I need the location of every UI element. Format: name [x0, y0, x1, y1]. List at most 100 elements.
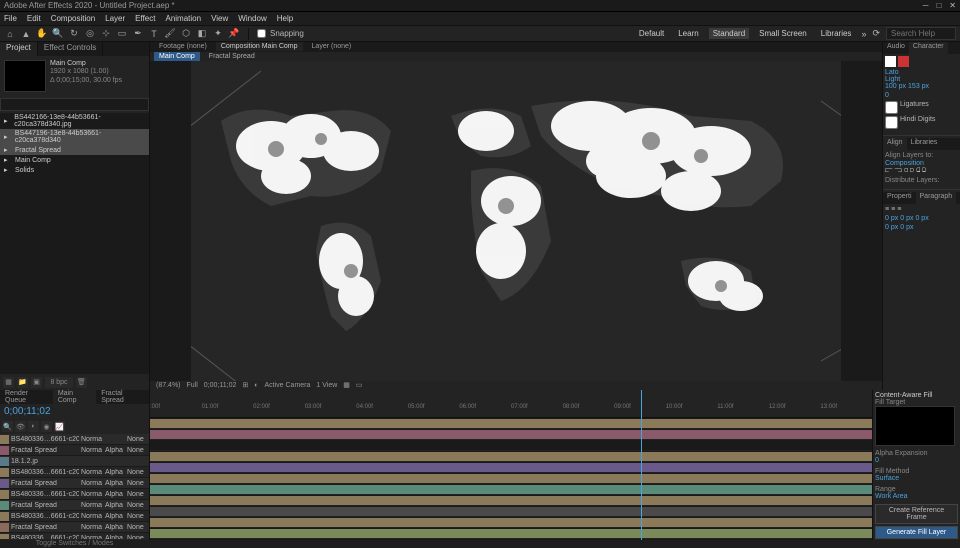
- track[interactable]: [150, 473, 872, 484]
- motion-blur-icon[interactable]: ◉: [41, 421, 52, 432]
- frame-blend-icon[interactable]: ◐: [28, 421, 39, 432]
- timeline-tracks[interactable]: [150, 418, 872, 540]
- menu-layer[interactable]: Layer: [105, 14, 125, 23]
- layer-row[interactable]: BS480336…6661-c20ca378d340.jpgNormaNone: [0, 434, 149, 445]
- ws-small[interactable]: Small Screen: [755, 28, 811, 39]
- layer-row[interactable]: BS480336…6661-c20ca378d340.jpgNormaAlpha…: [0, 533, 149, 539]
- para-align-left-icon[interactable]: ≡: [885, 206, 889, 213]
- home-icon[interactable]: ⌂: [4, 28, 16, 40]
- generate-fill-button[interactable]: Generate Fill Layer: [875, 526, 958, 539]
- zoom-tool-icon[interactable]: 🔍: [52, 28, 64, 40]
- timeline-ruler[interactable]: :00f01:00f02:00f03:00f04:00f05:00f06:00f…: [150, 390, 872, 418]
- layer-row[interactable]: Fractal SpreadNormaAlphaNone: [0, 445, 149, 456]
- project-item[interactable]: ▸Fractal Spread: [0, 145, 149, 155]
- project-search-input[interactable]: [0, 98, 149, 111]
- project-item[interactable]: ▸BS447196-13e8-44b53661-c20ca378d340: [0, 129, 149, 145]
- mask-icon[interactable]: ◐: [254, 382, 258, 389]
- anchor-tool-icon[interactable]: ⊹: [100, 28, 112, 40]
- resolution-dropdown[interactable]: Full: [187, 382, 198, 389]
- viewer-area[interactable]: [150, 61, 882, 381]
- fill-swatch[interactable]: [885, 56, 896, 67]
- align-to-dropdown[interactable]: Composition: [885, 160, 958, 167]
- layer-bar[interactable]: [150, 474, 872, 483]
- menu-composition[interactable]: Composition: [51, 14, 95, 23]
- layer-bar[interactable]: [150, 463, 872, 472]
- fill-method-dropdown[interactable]: Surface: [875, 475, 958, 482]
- subtab-main[interactable]: Main Comp: [154, 52, 200, 61]
- tab-footage[interactable]: Footage (none): [154, 42, 212, 51]
- roto-tool-icon[interactable]: ✦: [212, 28, 224, 40]
- layer-bar[interactable]: [150, 430, 872, 439]
- menu-edit[interactable]: Edit: [27, 14, 41, 23]
- pen-tool-icon[interactable]: ✒: [132, 28, 144, 40]
- layer-row[interactable]: 18.1.2.jp: [0, 456, 149, 467]
- search-layers-icon[interactable]: 🔍: [2, 421, 13, 432]
- layer-bar[interactable]: [150, 485, 872, 494]
- track[interactable]: [150, 440, 872, 451]
- tab-composition[interactable]: Composition Main Comp: [216, 42, 303, 51]
- layer-row[interactable]: BS480336…6661-c20ca378d340.jpgNormaAlpha…: [0, 489, 149, 500]
- layer-bar[interactable]: [150, 452, 872, 461]
- track[interactable]: [150, 495, 872, 506]
- text-tool-icon[interactable]: T: [148, 28, 160, 40]
- eraser-tool-icon[interactable]: ◧: [196, 28, 208, 40]
- new-comp-icon[interactable]: ▣: [31, 377, 42, 388]
- menu-view[interactable]: View: [211, 14, 228, 23]
- ws-standard[interactable]: Standard: [709, 28, 749, 39]
- search-help-input[interactable]: [886, 27, 956, 40]
- graph-editor-icon[interactable]: 📈: [54, 421, 65, 432]
- menu-window[interactable]: Window: [238, 14, 266, 23]
- stamp-tool-icon[interactable]: ⬡: [180, 28, 192, 40]
- camera-tool-icon[interactable]: ◎: [84, 28, 96, 40]
- align-vcenter-icon[interactable]: ⫑: [916, 167, 920, 175]
- tab-effect-controls[interactable]: Effect Controls: [38, 42, 103, 56]
- shy-icon[interactable]: 👁: [15, 421, 26, 432]
- layer-bar[interactable]: [150, 496, 872, 505]
- track[interactable]: [150, 528, 872, 539]
- font-style-dropdown[interactable]: Light: [885, 76, 958, 83]
- create-reference-button[interactable]: Create Reference Frame: [875, 504, 958, 524]
- layer-row[interactable]: Fractal SpreadNormaAlphaNone: [0, 478, 149, 489]
- bpc-button[interactable]: 8 bpc: [45, 377, 73, 388]
- menu-animation[interactable]: Animation: [165, 14, 201, 23]
- hindi-checkbox[interactable]: [885, 116, 898, 129]
- tab-align[interactable]: Align: [883, 138, 907, 150]
- shape-tool-icon[interactable]: ▭: [116, 28, 128, 40]
- menu-help[interactable]: Help: [277, 14, 293, 23]
- track[interactable]: [150, 429, 872, 440]
- transparency-icon[interactable]: ▦: [343, 381, 350, 389]
- tab-tl-fractal[interactable]: Fractal Spread: [96, 389, 149, 405]
- ws-learn[interactable]: Learn: [674, 28, 702, 39]
- tab-project[interactable]: Project: [0, 42, 38, 56]
- view-dropdown[interactable]: 1 View: [316, 382, 337, 389]
- ws-overflow-icon[interactable]: »: [861, 29, 866, 39]
- track[interactable]: [150, 506, 872, 517]
- snapping-checkbox[interactable]: [257, 29, 266, 38]
- track[interactable]: [150, 517, 872, 528]
- ws-libraries[interactable]: Libraries: [817, 28, 856, 39]
- layer-row[interactable]: Fractal SpreadNormaAlphaNone: [0, 500, 149, 511]
- tab-render-queue[interactable]: Render Queue: [0, 389, 53, 405]
- para-align-center-icon[interactable]: ≡: [891, 206, 895, 213]
- stroke-swatch[interactable]: [898, 56, 909, 67]
- sync-icon[interactable]: ⟳: [872, 28, 880, 39]
- alpha-expansion-input[interactable]: 0: [875, 457, 958, 464]
- zoom-dropdown[interactable]: (87.4%): [156, 382, 181, 389]
- range-dropdown[interactable]: Work Area: [875, 493, 958, 500]
- layer-bar[interactable]: [150, 507, 872, 516]
- brush-tool-icon[interactable]: 🖌: [164, 28, 176, 40]
- playhead-indicator[interactable]: [641, 390, 642, 540]
- project-item[interactable]: ▸Solids: [0, 165, 149, 175]
- toggle-switches-button[interactable]: Toggle Switches / Modes: [0, 539, 149, 548]
- layer-bar[interactable]: [150, 518, 872, 527]
- tab-properties[interactable]: Properti: [883, 192, 916, 204]
- grid-icon[interactable]: ⊞: [242, 381, 248, 389]
- current-time[interactable]: 0;00;11;02: [0, 404, 149, 419]
- camera-dropdown[interactable]: Active Camera: [264, 382, 310, 389]
- project-item[interactable]: ▸BS442166-13e8-44b53661-c20ca378d340.jpg: [0, 113, 149, 129]
- track[interactable]: [150, 451, 872, 462]
- track[interactable]: [150, 462, 872, 473]
- new-folder-icon[interactable]: 📁: [17, 377, 28, 388]
- font-size-input[interactable]: 100 px: [885, 83, 906, 90]
- ligatures-checkbox[interactable]: [885, 101, 898, 114]
